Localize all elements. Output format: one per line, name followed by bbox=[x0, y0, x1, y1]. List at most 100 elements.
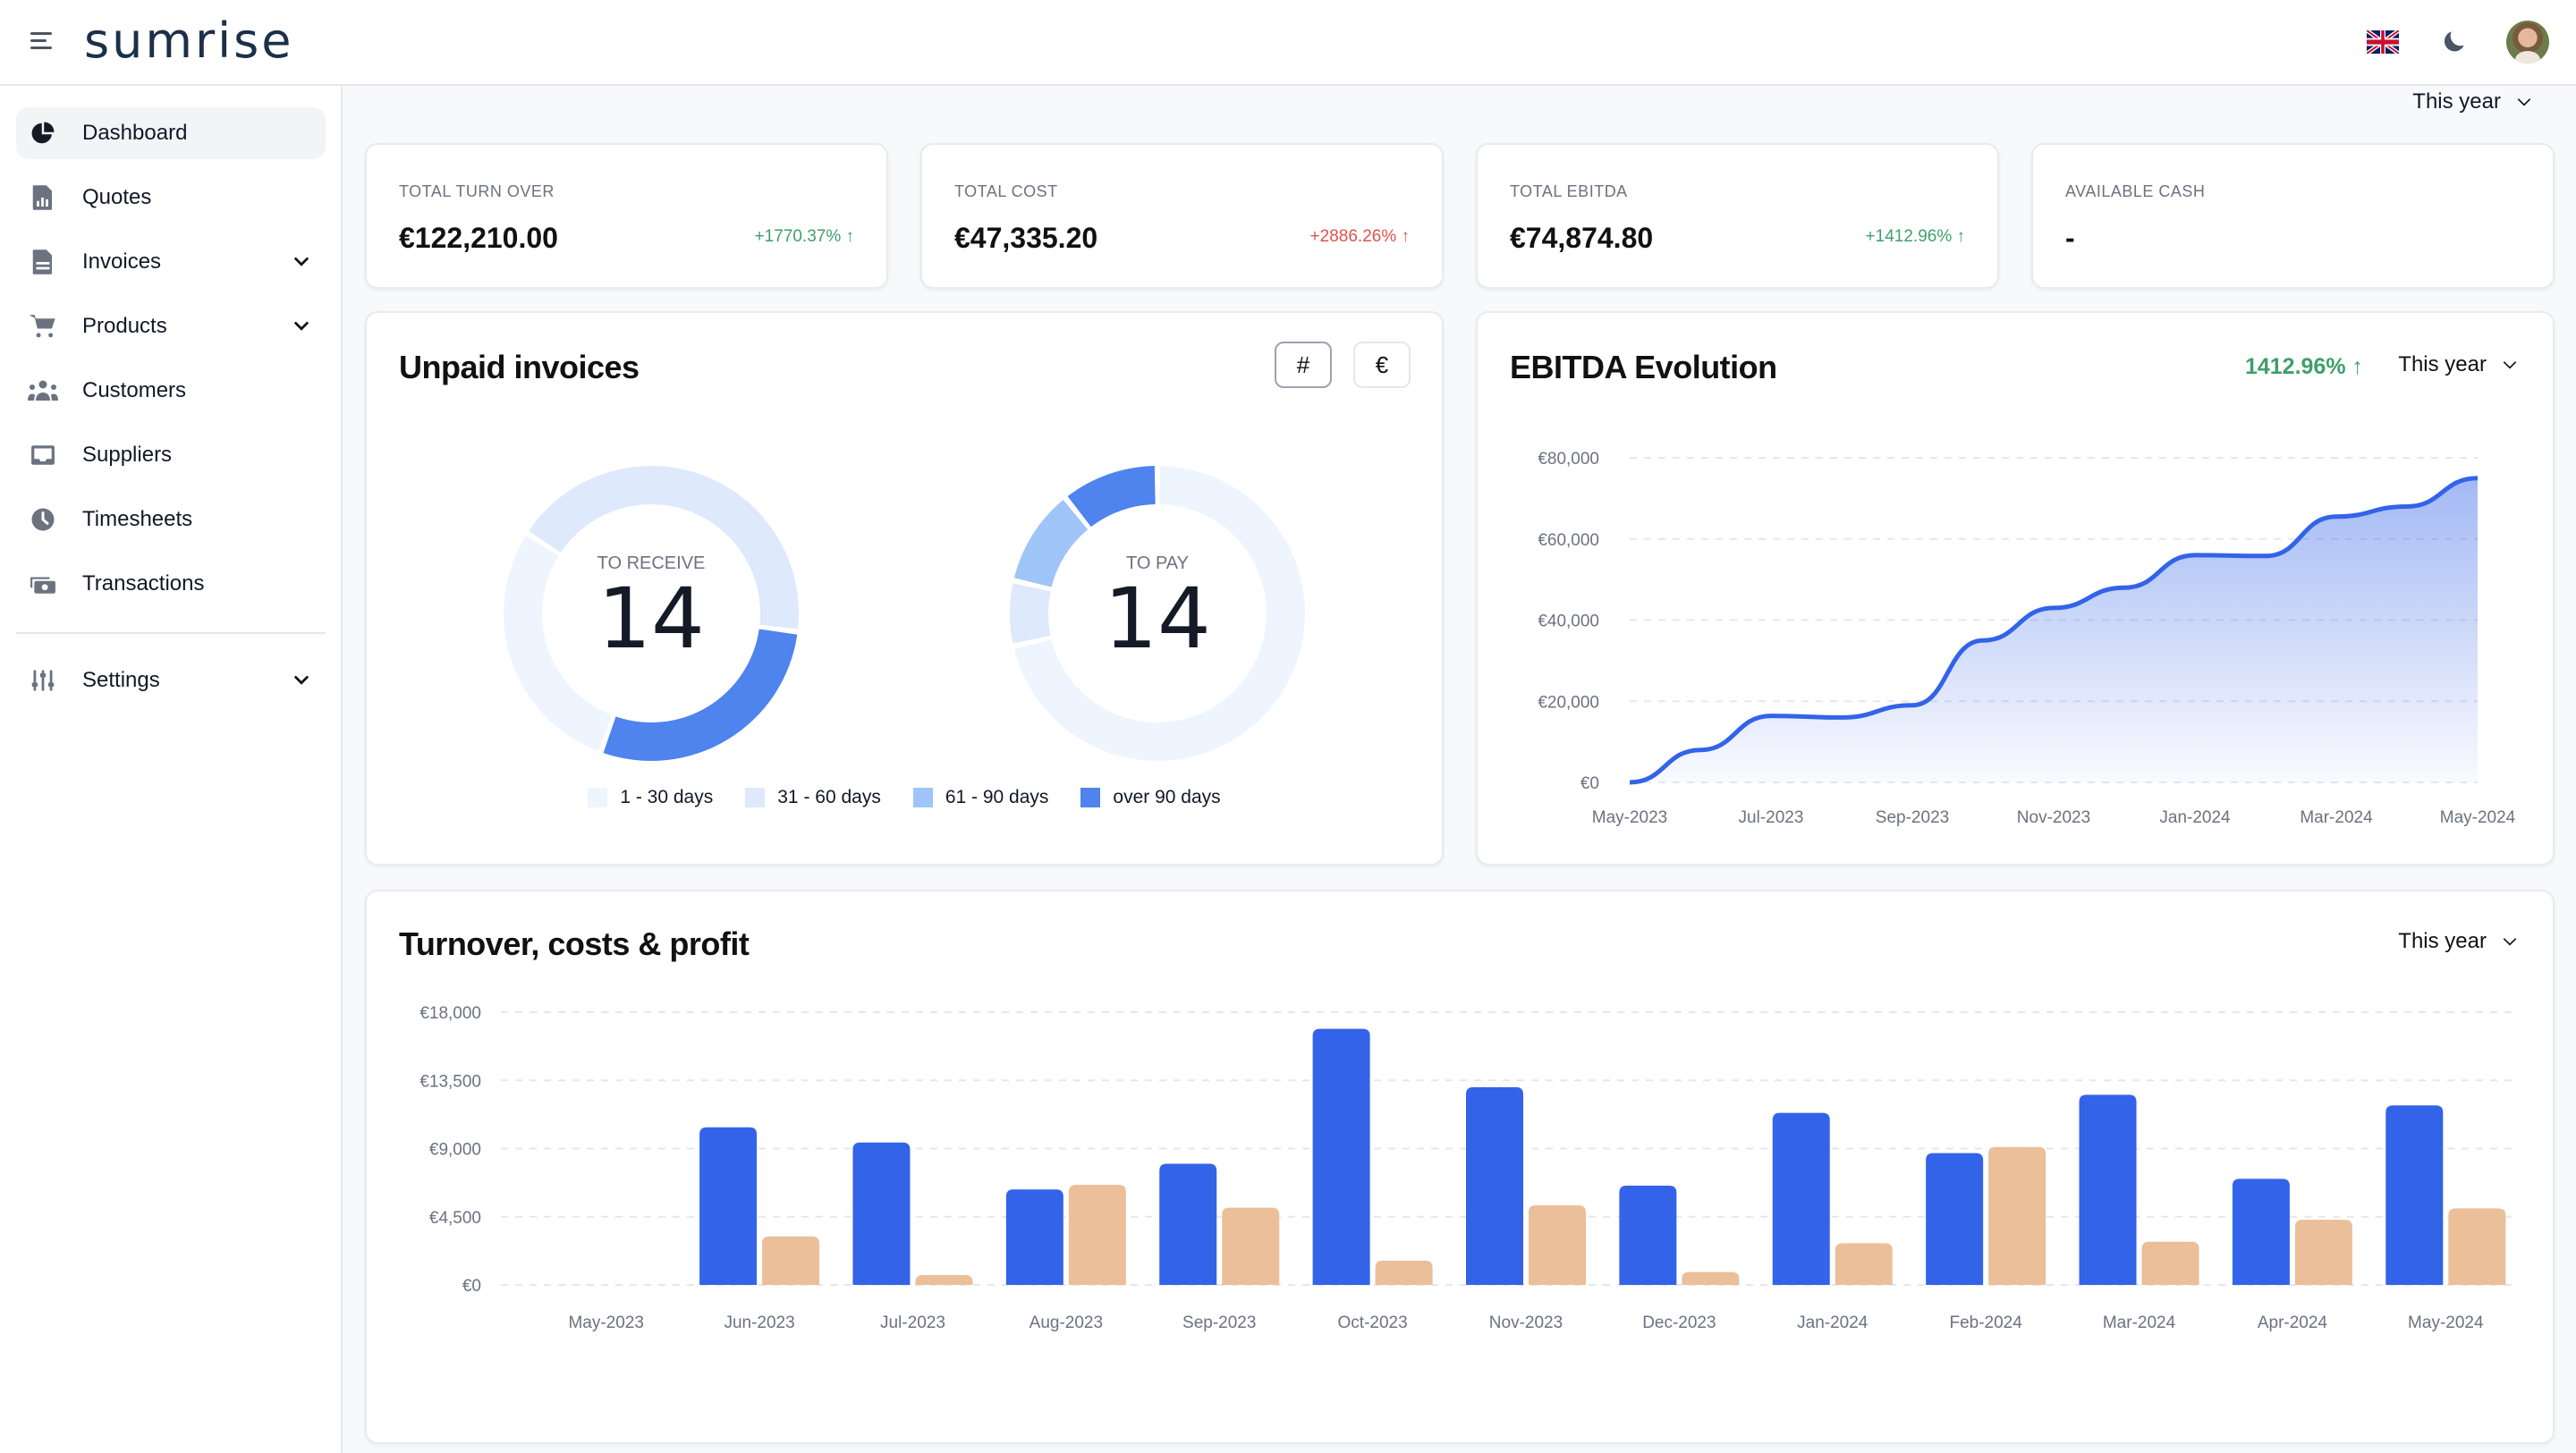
bar-costs[interactable] bbox=[2448, 1208, 2506, 1285]
legend-label: 1 - 30 days bbox=[620, 787, 714, 807]
legend-swatch bbox=[745, 788, 766, 807]
bar-turnover[interactable] bbox=[1772, 1112, 1830, 1285]
bar-costs[interactable] bbox=[1068, 1185, 1126, 1285]
chevron-down-icon bbox=[2503, 938, 2517, 946]
x-tick-label: Nov-2023 bbox=[1489, 1314, 1563, 1332]
chevron-down-icon[interactable] bbox=[292, 317, 311, 336]
document-text-icon bbox=[27, 246, 59, 278]
bar-costs[interactable] bbox=[1222, 1207, 1280, 1285]
x-tick-label: Jul-2023 bbox=[1739, 808, 1804, 827]
ebitda-point[interactable] bbox=[1695, 745, 1706, 756]
sidebar-item-suppliers[interactable]: Suppliers bbox=[16, 429, 326, 481]
to-receive-donut: TO RECEIVE 14 bbox=[499, 461, 803, 765]
bar-turnover[interactable] bbox=[2232, 1178, 2290, 1285]
bar-turnover[interactable] bbox=[2385, 1105, 2444, 1285]
sidebar-item-quotes[interactable]: Quotes bbox=[16, 172, 326, 224]
pie-chart-icon bbox=[27, 117, 59, 149]
ebitda-point[interactable] bbox=[2402, 501, 2412, 511]
sidebar-item-transactions[interactable]: Transactions bbox=[16, 558, 326, 610]
bar-turnover[interactable] bbox=[699, 1127, 758, 1285]
kpi-value: €47,335.20 bbox=[954, 222, 1098, 254]
ebitda-point[interactable] bbox=[2048, 603, 2059, 613]
bar-costs[interactable] bbox=[1682, 1271, 1740, 1285]
chevron-down-icon[interactable] bbox=[292, 252, 311, 272]
x-tick-label: May-2024 bbox=[2440, 808, 2516, 827]
sidebar-item-settings[interactable]: Settings bbox=[16, 655, 326, 706]
bar-turnover[interactable] bbox=[1619, 1186, 1677, 1285]
turnover-bar-chart: €0 €4,500 €9,000 €13,500 €18,000 May-2023 Jun-… bbox=[419, 1004, 2512, 1332]
sidebar-divider bbox=[16, 632, 326, 634]
turnover-period-dropdown[interactable]: This year bbox=[2398, 929, 2519, 954]
period-dropdown[interactable]: This year bbox=[2412, 89, 2533, 114]
ebitda-point[interactable] bbox=[2119, 582, 2130, 593]
sidebar-item-products[interactable]: Products bbox=[16, 300, 326, 352]
card-title: Turnover, costs & profit bbox=[399, 925, 750, 962]
sidebar-item-dashboard[interactable]: Dashboard bbox=[16, 107, 326, 159]
ebitda-point[interactable] bbox=[1907, 700, 1918, 711]
bar-turnover[interactable] bbox=[1312, 1028, 1370, 1285]
count-toggle-button[interactable]: # bbox=[1275, 342, 1332, 388]
x-tick-label: May-2023 bbox=[1592, 808, 1668, 827]
bar-costs[interactable] bbox=[915, 1274, 973, 1285]
ebitda-point[interactable] bbox=[1624, 777, 1635, 788]
moon-icon[interactable] bbox=[2440, 27, 2469, 55]
bar-costs[interactable] bbox=[1988, 1146, 2046, 1285]
hamburger-menu-icon[interactable] bbox=[30, 30, 55, 52]
bar-turnover[interactable] bbox=[2079, 1094, 2137, 1285]
x-tick-label: Jun-2023 bbox=[724, 1314, 794, 1332]
y-tick-label: €13,500 bbox=[419, 1072, 481, 1091]
bar-turnover[interactable] bbox=[1159, 1163, 1217, 1285]
kpi-label: AVAILABLE CASH bbox=[2065, 182, 2206, 200]
bar-costs[interactable] bbox=[762, 1236, 820, 1285]
card-title: Unpaid invoices bbox=[399, 349, 640, 385]
uk-flag-icon[interactable] bbox=[2367, 30, 2399, 54]
bar-turnover[interactable] bbox=[1005, 1189, 1063, 1285]
cash-icon bbox=[27, 568, 59, 600]
ebitda-point[interactable] bbox=[1766, 711, 1776, 722]
x-tick-label: Jan-2024 bbox=[2159, 808, 2231, 827]
sidebar-item-invoices[interactable]: Invoices bbox=[16, 236, 326, 288]
bar-costs[interactable] bbox=[1375, 1260, 1433, 1285]
ebitda-point[interactable] bbox=[2190, 550, 2200, 561]
sidebar-item-label: Timesheets bbox=[82, 507, 193, 531]
x-tick-label: Nov-2023 bbox=[2017, 808, 2090, 827]
ebitda-point[interactable] bbox=[2331, 511, 2342, 522]
x-tick-label: Jan-2024 bbox=[1797, 1314, 1868, 1332]
bar-costs[interactable] bbox=[1835, 1243, 1893, 1285]
bar-costs[interactable] bbox=[1529, 1205, 1586, 1285]
x-tick-label: May-2024 bbox=[2408, 1314, 2484, 1332]
ebitda-period-dropdown[interactable]: This year bbox=[2398, 352, 2519, 377]
legend-item[interactable]: over 90 days bbox=[1080, 787, 1221, 808]
bar-costs[interactable] bbox=[2294, 1220, 2352, 1285]
legend-item[interactable]: 31 - 60 days bbox=[745, 787, 881, 808]
bar-costs[interactable] bbox=[2141, 1241, 2199, 1285]
sidebar-item-label: Quotes bbox=[82, 185, 152, 209]
legend-swatch bbox=[912, 788, 933, 807]
y-tick-label: €18,000 bbox=[419, 1004, 481, 1023]
bar-turnover[interactable] bbox=[1926, 1153, 1984, 1285]
sidebar: Dashboard Quotes Invoices Products Custo… bbox=[0, 86, 343, 1453]
card-title: EBITDA Evolution bbox=[1510, 349, 1777, 385]
x-tick-label: Feb-2024 bbox=[1949, 1314, 2022, 1332]
amount-toggle-button[interactable]: € bbox=[1353, 342, 1411, 388]
chevron-down-icon[interactable] bbox=[292, 671, 311, 690]
legend-item[interactable]: 1 - 30 days bbox=[588, 787, 713, 808]
brand-logo[interactable]: sumrise bbox=[84, 13, 294, 69]
ebitda-point[interactable] bbox=[2472, 473, 2483, 484]
bar-turnover[interactable] bbox=[1466, 1086, 1523, 1285]
donut-legend: 1 - 30 days 31 - 60 days 61 - 90 days ov… bbox=[367, 787, 1442, 808]
sidebar-item-timesheets[interactable]: Timesheets bbox=[16, 494, 326, 545]
ebitda-point[interactable] bbox=[2260, 551, 2271, 562]
kpi-label: TOTAL TURN OVER bbox=[399, 182, 555, 200]
shopping-cart-icon bbox=[27, 310, 59, 342]
ebitda-point[interactable] bbox=[1978, 635, 1988, 646]
ebitda-point[interactable] bbox=[1836, 712, 1847, 722]
user-avatar[interactable] bbox=[2506, 21, 2549, 63]
top-header: sumrise bbox=[0, 0, 2576, 86]
inbox-icon bbox=[27, 439, 59, 471]
legend-item[interactable]: 61 - 90 days bbox=[912, 787, 1048, 808]
adjustments-icon bbox=[27, 664, 59, 697]
legend-label: over 90 days bbox=[1113, 787, 1221, 807]
sidebar-item-customers[interactable]: Customers bbox=[16, 365, 326, 417]
bar-turnover[interactable] bbox=[852, 1142, 911, 1285]
